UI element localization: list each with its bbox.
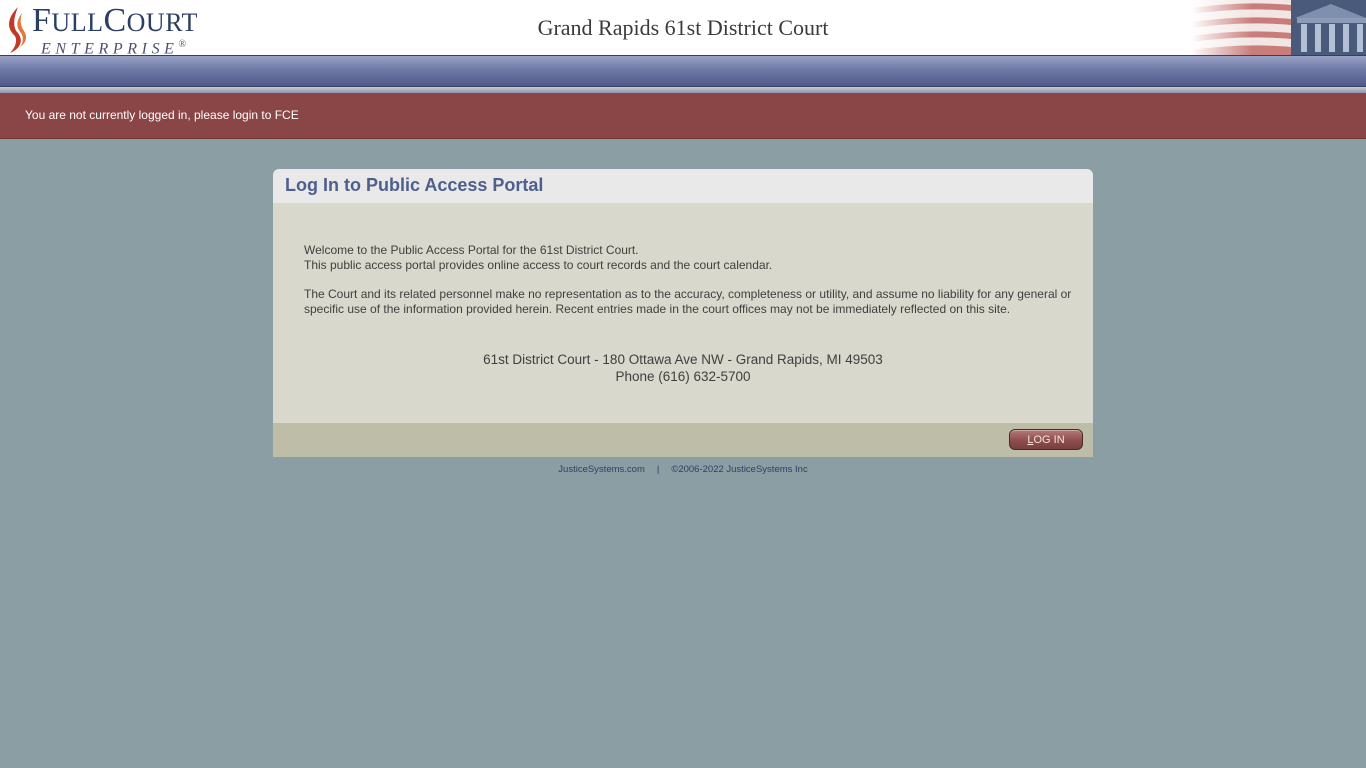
login-button[interactable]: LOG IN (1009, 429, 1083, 450)
page-footer: JusticeSystems.com | ©2006-2022 JusticeSys… (0, 464, 1366, 475)
disclaimer-text: The Court and its related personnel make… (304, 287, 1072, 316)
court-contact: 61st District Court - 180 Ottawa Ave NW … (273, 351, 1093, 385)
login-panel-body: Welcome to the Public Access Portal for … (273, 203, 1093, 423)
justicesystems-link[interactable]: JusticeSystems.com (558, 464, 645, 475)
login-status-bar: You are not currently logged in, please … (0, 93, 1366, 139)
welcome-line-2: This public access portal provides onlin… (304, 258, 773, 272)
welcome-text: Welcome to the Public Access Portal for … (304, 243, 1074, 273)
copyright-text: ©2006-2022 JusticeSystems Inc (671, 464, 808, 475)
login-panel-title: Log In to Public Access Portal (285, 175, 544, 195)
login-panel-footer: LOG IN (273, 423, 1093, 457)
login-panel-header: Log In to Public Access Portal (273, 169, 1093, 203)
court-title: Grand Rapids 61st District Court (537, 15, 829, 40)
court-phone: Phone (616) 632-5700 (615, 369, 751, 384)
login-status-message: You are not currently logged in, please … (25, 108, 299, 122)
nav-bar (0, 56, 1366, 87)
portal-intro: Welcome to the Public Access Portal for … (304, 243, 1074, 331)
court-address: 61st District Court - 180 Ottawa Ave NW … (483, 352, 883, 367)
site-header: FULLCOURT ENTERPRISE® Grand Rapids 61st … (0, 0, 1366, 58)
footer-separator: | (656, 464, 660, 475)
flag-courthouse-image (1191, 0, 1366, 55)
login-panel: Log In to Public Access Portal Welcome t… (273, 169, 1093, 457)
logo-enterprise-text: ENTERPRISE (41, 40, 179, 58)
login-button-label: OG IN (1033, 433, 1065, 446)
welcome-line-1: Welcome to the Public Access Portal for … (304, 243, 639, 257)
